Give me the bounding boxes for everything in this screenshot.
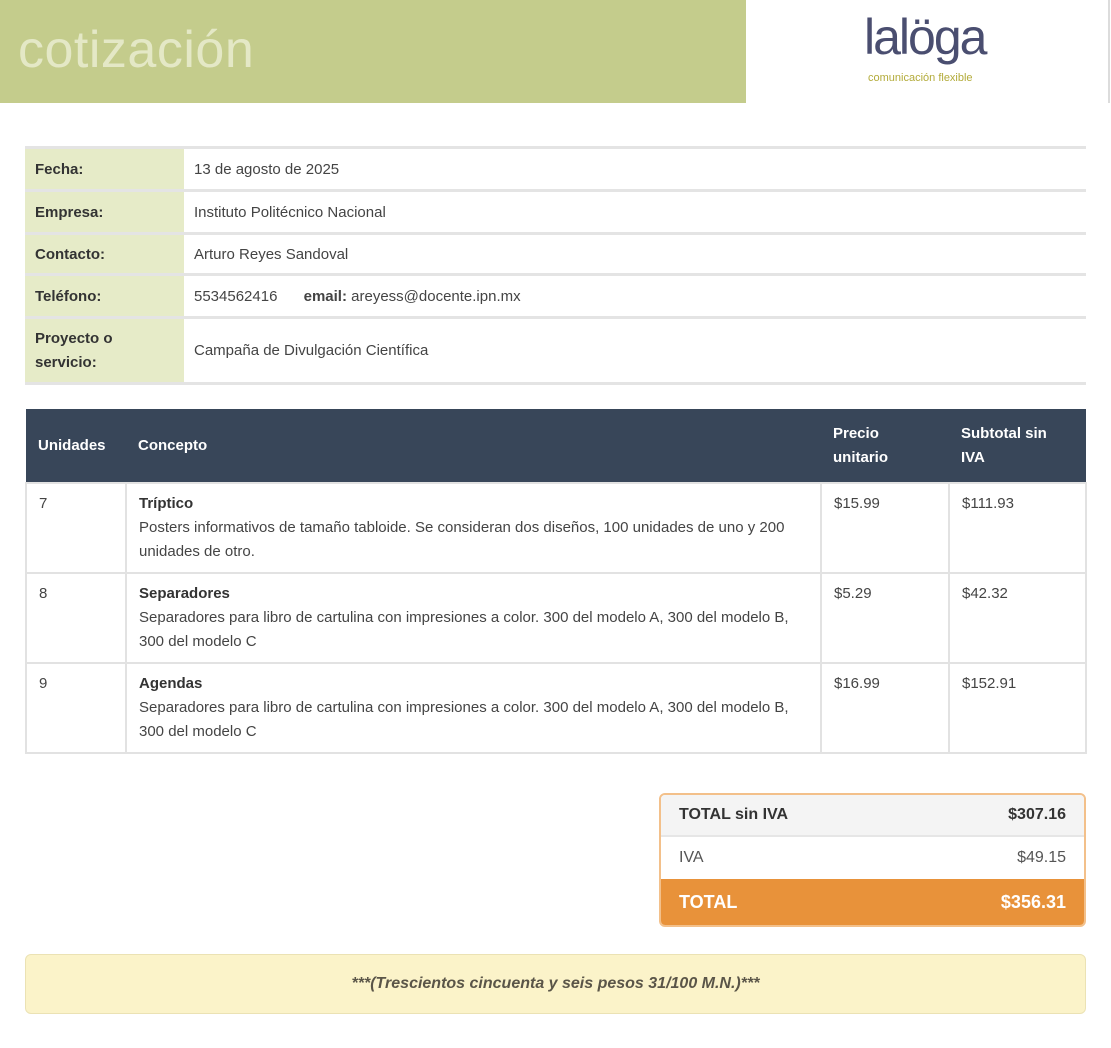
- page-title: cotización: [18, 21, 255, 79]
- table-row: 9 Agendas Separadores para libro de cart…: [25, 662, 1087, 754]
- fecha-label: Fecha:: [25, 146, 184, 191]
- contacto-label: Contacto:: [25, 232, 184, 275]
- items-table: Unidades Concepto Precio unitario Subtot…: [25, 409, 1087, 754]
- totals-box: TOTAL sin IVA $307.16 IVA $49.15 TOTAL $…: [659, 793, 1086, 927]
- table-row: 8 Separadores Separadores para libro de …: [25, 572, 1087, 664]
- item-description: Separadores para libro de cartulina con …: [139, 699, 789, 740]
- iva-label: IVA: [679, 849, 704, 866]
- email-label: email:: [303, 287, 347, 305]
- table-row: 7 Tríptico Posters informativos de tamañ…: [25, 482, 1087, 574]
- company-logo: lalöga comunicación flexible: [862, 8, 1022, 92]
- telefono-email-cell: 5534562416 email: areyess@docente.ipn.mx: [184, 273, 1086, 318]
- item-concept: Separadores Separadores para libro de ca…: [125, 572, 822, 664]
- logo-wordmark: lalöga: [864, 9, 987, 65]
- info-row-proyecto: Proyecto o servicio: Campaña de Divulgac…: [25, 316, 1086, 385]
- total-value: $356.31: [1000, 891, 1066, 912]
- col-header-unidades: Unidades: [26, 409, 126, 483]
- item-concept: Tríptico Posters informativos de tamaño …: [125, 482, 822, 574]
- header-banner: cotización: [0, 0, 746, 103]
- header-divider: [1108, 0, 1110, 103]
- totals-row-iva: IVA $49.15: [661, 837, 1084, 879]
- item-concept: Agendas Separadores para libro de cartul…: [125, 662, 822, 754]
- client-info-table: Fecha: 13 de agosto de 2025 Empresa: Ins…: [25, 146, 1086, 385]
- proyecto-label: Proyecto o servicio:: [25, 316, 184, 385]
- empresa-value: Instituto Politécnico Nacional: [184, 189, 1086, 234]
- item-subtotal: $111.93: [948, 482, 1087, 574]
- item-subtotal: $42.32: [948, 572, 1087, 664]
- item-price: $5.29: [820, 572, 950, 664]
- proyecto-value: Campaña de Divulgación Científica: [184, 316, 1086, 385]
- item-subtotal: $152.91: [948, 662, 1087, 754]
- contacto-value: Arturo Reyes Sandoval: [184, 232, 1086, 275]
- item-description: Posters informativos de tamaño tabloide.…: [139, 519, 785, 560]
- email-value: areyess@docente.ipn.mx: [351, 287, 521, 305]
- telefono-label: Teléfono:: [25, 273, 184, 318]
- info-row-contacto: Contacto: Arturo Reyes Sandoval: [25, 232, 1086, 275]
- col-header-precio: Precio unitario: [821, 409, 949, 483]
- col-header-concepto: Concepto: [126, 409, 821, 483]
- item-units: 9: [25, 662, 127, 754]
- item-units: 8: [25, 572, 127, 664]
- subtotal-value: $307.16: [1008, 806, 1066, 823]
- item-units: 7: [25, 482, 127, 574]
- info-row-telefono: Teléfono: 5534562416 email: areyess@doce…: [25, 273, 1086, 318]
- iva-value: $49.15: [1017, 849, 1066, 866]
- col-header-subtotal: Subtotal sin IVA: [949, 409, 1086, 483]
- totals-row-total: TOTAL $356.31: [661, 879, 1084, 925]
- item-name: Tríptico: [139, 495, 194, 512]
- telefono-value: 5534562416: [194, 287, 278, 305]
- item-price: $15.99: [820, 482, 950, 574]
- item-name: Agendas: [139, 675, 203, 692]
- total-label: TOTAL: [679, 891, 738, 912]
- fecha-value: 13 de agosto de 2025: [184, 146, 1086, 191]
- info-row-empresa: Empresa: Instituto Politécnico Nacional: [25, 189, 1086, 234]
- item-price: $16.99: [820, 662, 950, 754]
- info-row-fecha: Fecha: 13 de agosto de 2025: [25, 146, 1086, 191]
- amount-in-words: ***(Trescientos cincuenta y seis pesos 3…: [25, 954, 1086, 1014]
- empresa-label: Empresa:: [25, 189, 184, 234]
- items-header-row: Unidades Concepto Precio unitario Subtot…: [26, 409, 1086, 483]
- totals-row-subtotal: TOTAL sin IVA $307.16: [661, 795, 1084, 837]
- item-name: Separadores: [139, 585, 230, 602]
- logo-tagline: comunicación flexible: [868, 72, 973, 84]
- item-description: Separadores para libro de cartulina con …: [139, 609, 789, 650]
- subtotal-label: TOTAL sin IVA: [679, 806, 789, 823]
